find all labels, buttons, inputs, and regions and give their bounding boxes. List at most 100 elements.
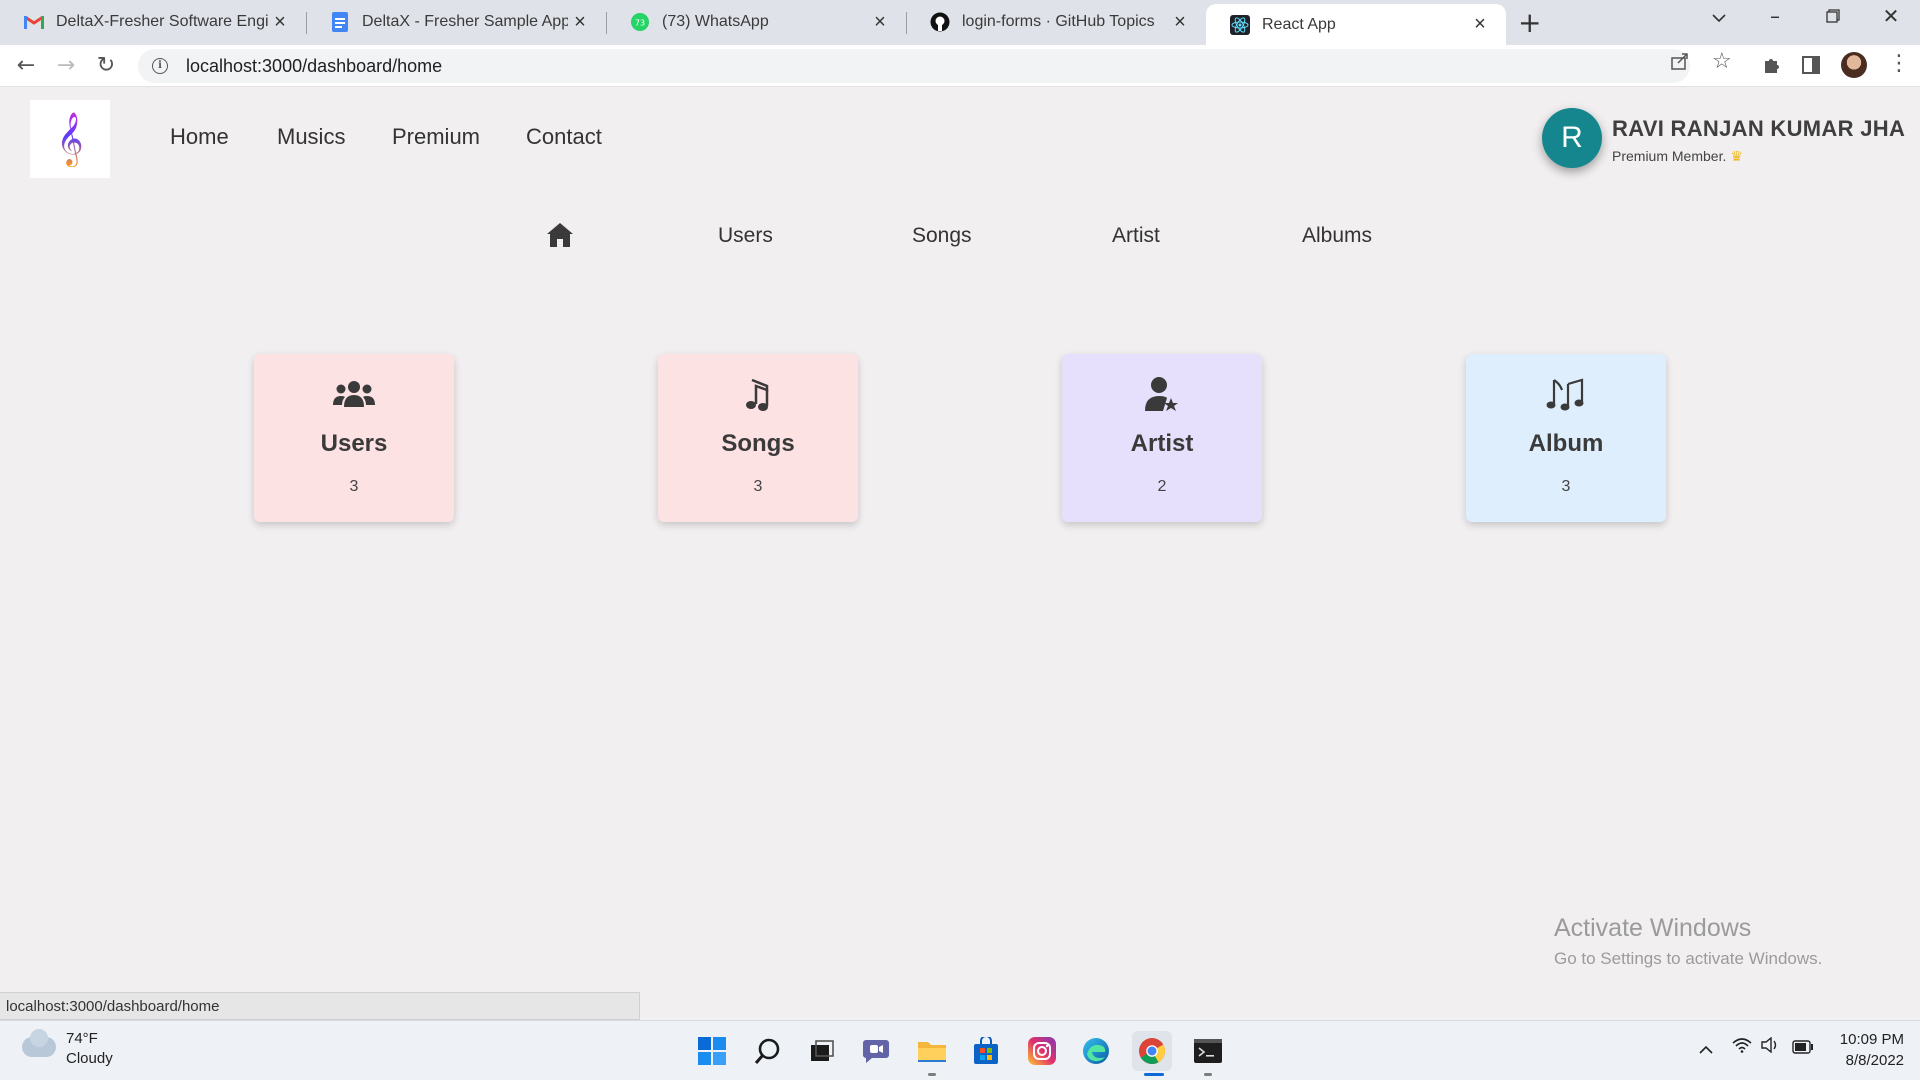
clock-date: 8/8/2022 xyxy=(1845,1052,1904,1069)
album-card[interactable]: Album 3 xyxy=(1466,354,1666,522)
cloud-icon[interactable] xyxy=(22,1029,56,1057)
tab-title: DeltaX - Fresher Sample App - Sp xyxy=(362,13,568,30)
card-label: Artist xyxy=(1130,430,1194,457)
whatsapp-badge: 73 xyxy=(635,19,645,28)
forward-arrow-icon[interactable]: → xyxy=(52,53,80,78)
windows-taskbar: 74°F Cloudy 10:09 PM 8/8/2022 xyxy=(0,1020,1920,1080)
close-tab-icon[interactable]: × xyxy=(268,11,292,34)
address-bar[interactable]: i localhost:3000/dashboard/home xyxy=(138,49,1690,83)
back-arrow-icon[interactable]: ← xyxy=(12,53,40,78)
start-windows-icon[interactable] xyxy=(696,1035,728,1067)
artist-card[interactable]: Artist 2 xyxy=(1062,354,1262,522)
bookmark-star-icon[interactable]: ☆ xyxy=(1712,49,1732,74)
wifi-icon[interactable] xyxy=(1732,1037,1752,1058)
tab-docs[interactable]: DeltaX - Fresher Sample App - Sp × xyxy=(306,2,607,42)
users-icon xyxy=(254,374,454,414)
card-count: 2 xyxy=(1157,478,1167,495)
card-count: 3 xyxy=(753,478,763,495)
nav-contact[interactable]: Contact xyxy=(526,124,602,150)
music-note-icon xyxy=(658,374,858,414)
activate-title: Activate Windows xyxy=(1554,914,1752,942)
docs-icon xyxy=(330,12,350,32)
github-icon xyxy=(930,12,950,32)
membership-label: Premium Member. xyxy=(1612,148,1727,164)
system-clock[interactable]: 10:09 PM 8/8/2022 xyxy=(1836,1029,1904,1071)
user-name: RAVI RANJAN KUMAR JHA xyxy=(1612,116,1906,141)
restore-icon[interactable] xyxy=(1818,4,1848,28)
songs-card[interactable]: Songs 3 xyxy=(658,354,858,522)
whatsapp-icon: 73 xyxy=(630,12,650,32)
instagram-icon[interactable] xyxy=(1026,1035,1058,1067)
card-label: Users xyxy=(320,430,388,457)
new-tab-plus-icon[interactable]: + xyxy=(1518,6,1541,39)
card-count: 3 xyxy=(349,478,359,495)
browser-profile-avatar[interactable] xyxy=(1841,52,1867,78)
close-tab-icon[interactable]: × xyxy=(868,11,892,34)
tab-title: login-forms · GitHub Topics xyxy=(962,13,1155,30)
browser-toolbar: ← → ↻ i localhost:3000/dashboard/home ☆ … xyxy=(0,45,1920,87)
site-info-icon[interactable]: i xyxy=(152,58,168,74)
subnav-users[interactable]: Users xyxy=(718,224,773,248)
weather-temperature[interactable]: 74°F xyxy=(66,1030,98,1047)
music-notes-icon xyxy=(1466,374,1666,414)
address-url[interactable]: localhost:3000/dashboard/home xyxy=(186,56,442,77)
tray-chevron-up-icon[interactable] xyxy=(1698,1039,1714,1060)
browser-menu-icon[interactable]: ⋮ xyxy=(1888,51,1910,76)
nav-musics[interactable]: Musics xyxy=(277,124,345,150)
tab-react-app[interactable]: React App × xyxy=(1206,4,1506,45)
user-avatar[interactable]: R xyxy=(1542,108,1602,168)
teams-chat-icon[interactable] xyxy=(860,1035,892,1067)
file-explorer-icon[interactable] xyxy=(916,1035,948,1067)
extensions-puzzle-icon[interactable] xyxy=(1762,55,1782,80)
subnav-albums[interactable]: Albums xyxy=(1302,224,1372,248)
subnav-songs[interactable]: Songs xyxy=(912,224,972,248)
users-card[interactable]: Users 3 xyxy=(254,354,454,522)
activate-subtitle: Go to Settings to activate Windows. xyxy=(1554,949,1823,968)
gmail-icon xyxy=(24,12,44,32)
side-panel-icon[interactable] xyxy=(1802,55,1820,79)
weather-condition[interactable]: Cloudy xyxy=(66,1050,113,1067)
react-icon xyxy=(1230,14,1250,35)
treble-clef-icon: 𝄞 xyxy=(56,111,84,165)
active-indicator xyxy=(1144,1073,1164,1076)
close-tab-icon[interactable]: × xyxy=(568,11,592,34)
card-label: Album xyxy=(1528,430,1604,457)
membership-status: Premium Member. ♛ xyxy=(1612,148,1743,165)
app-logo[interactable]: 𝄞 xyxy=(30,100,110,178)
microsoft-store-icon[interactable] xyxy=(970,1035,1002,1067)
battery-icon[interactable] xyxy=(1792,1038,1814,1059)
nav-premium[interactable]: Premium xyxy=(392,124,480,150)
user-star-icon xyxy=(1062,374,1262,414)
link-status-bar: localhost:3000/dashboard/home xyxy=(0,992,640,1020)
running-indicator xyxy=(928,1073,936,1076)
search-icon[interactable] xyxy=(752,1035,784,1067)
activate-windows-watermark: Activate Windows Go to Settings to activ… xyxy=(1554,914,1822,969)
tab-title: React App xyxy=(1262,15,1336,33)
tab-title: (73) WhatsApp xyxy=(662,13,769,30)
tab-title: DeltaX-Fresher Software Enginee xyxy=(56,13,268,30)
reload-icon[interactable]: ↻ xyxy=(92,53,120,78)
task-view-icon[interactable] xyxy=(806,1035,838,1067)
tab-whatsapp[interactable]: 73 (73) WhatsApp × xyxy=(606,2,907,42)
browser-tab-strip: DeltaX-Fresher Software Enginee × DeltaX… xyxy=(0,0,1920,45)
card-label: Songs xyxy=(721,430,795,457)
volume-icon[interactable] xyxy=(1760,1036,1780,1058)
edge-icon[interactable] xyxy=(1080,1035,1112,1067)
clock-time: 10:09 PM xyxy=(1839,1031,1904,1048)
subnav-artist[interactable]: Artist xyxy=(1112,224,1160,248)
tab-search-chevron-icon[interactable] xyxy=(1704,4,1734,28)
share-icon[interactable] xyxy=(1670,51,1690,76)
close-tab-icon[interactable]: × xyxy=(1468,13,1492,36)
minimize-icon[interactable]: – xyxy=(1760,4,1790,28)
close-tab-icon[interactable]: × xyxy=(1168,11,1192,34)
terminal-icon[interactable] xyxy=(1192,1035,1224,1067)
crown-icon: ♛ xyxy=(1730,148,1743,164)
chrome-icon[interactable] xyxy=(1132,1031,1172,1071)
tab-gmail[interactable]: DeltaX-Fresher Software Enginee × xyxy=(0,2,307,42)
tab-github[interactable]: login-forms · GitHub Topics × xyxy=(906,2,1206,42)
dashboard-home-icon[interactable] xyxy=(546,222,574,252)
running-indicator xyxy=(1204,1073,1212,1076)
nav-home[interactable]: Home xyxy=(170,124,229,150)
card-count: 3 xyxy=(1561,478,1571,495)
close-window-icon[interactable]: ✕ xyxy=(1876,4,1906,28)
